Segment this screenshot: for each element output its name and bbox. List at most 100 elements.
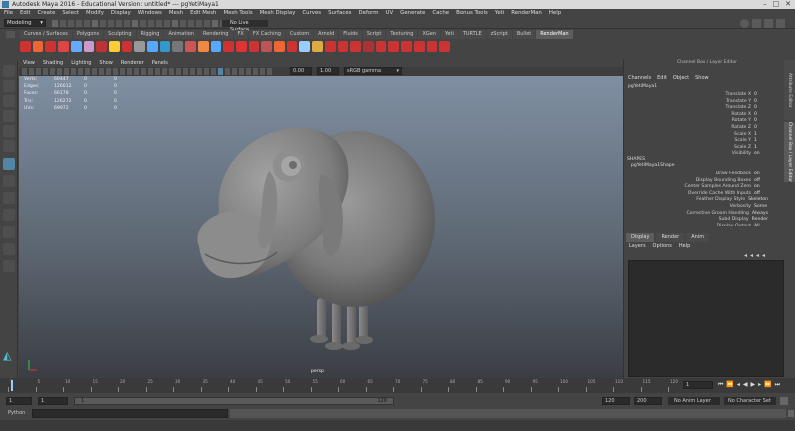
shelf-tool-icon[interactable] [20,40,31,52]
panel-toolbar-icon[interactable] [141,68,146,75]
attr-value[interactable]: 1 [754,145,757,152]
go-to-start-icon[interactable]: ⏮ [718,381,723,389]
side-tab-attribute-editor[interactable]: Attribute Editor [784,60,795,120]
move-layer-down-icon[interactable]: ◂ [750,252,753,259]
panel-toolbar-icon[interactable] [204,68,209,75]
status-tool-icon[interactable] [60,20,66,27]
shelf-tool-icon[interactable] [108,40,120,52]
attr-value[interactable]: off [754,178,760,185]
shelf-tool-icon[interactable] [312,40,323,52]
shelf-tab-custom[interactable]: Custom [285,30,314,39]
shelf-tab-texturing[interactable]: Texturing [386,30,418,39]
move-tool-icon[interactable] [3,110,15,122]
minimize-button[interactable]: – [763,0,767,9]
menu-windows[interactable]: Windows [138,9,162,18]
status-tool-icon[interactable] [116,20,122,27]
shelf-tab-fx[interactable]: FX [233,30,248,39]
shelf-tool-icon[interactable] [70,40,82,52]
menu-renderman[interactable]: RenderMan [511,9,542,18]
attr-row-verbosity[interactable]: Verbosity Some [628,204,768,211]
panel-toolbar-icon[interactable] [36,68,41,75]
menu-curves[interactable]: Curves [302,9,321,18]
layer-menu-options[interactable]: Options [653,243,672,249]
attr-row-display-output[interactable]: Display OutputAll [628,224,768,226]
shelf-tool-icon[interactable] [96,40,107,52]
preferences-icon[interactable] [780,397,788,405]
shelf-tool-icon[interactable] [426,40,438,52]
panel-toolbar-icon[interactable] [246,68,251,75]
status-tool-icon[interactable] [108,20,114,27]
current-time-indicator[interactable] [11,380,13,391]
shelf-tool-icon[interactable] [83,40,95,52]
status-tool-icon[interactable] [156,20,162,27]
panel-toolbar-icon[interactable] [169,68,174,75]
panel-toolbar-icon[interactable] [22,68,27,75]
menu-surfaces[interactable]: Surfaces [328,9,351,18]
menu-mesh-display[interactable]: Mesh Display [260,9,296,18]
panel-toolbar-icon[interactable] [57,68,62,75]
menu-select[interactable]: Select [62,9,79,18]
status-tool-icon[interactable] [124,20,130,27]
shelf-tab-zscript[interactable]: zScript [486,30,512,39]
new-layer-icon[interactable]: ◂ [756,252,759,259]
panel-toolbar-icon[interactable] [260,68,265,75]
step-back-icon[interactable]: ◂ [737,381,740,389]
playback-start-field[interactable] [38,397,68,405]
attr-value[interactable]: on [754,184,760,191]
menu-display[interactable]: Display [111,9,131,18]
attr-value[interactable]: 0 [754,118,757,125]
attr-value[interactable]: on [754,171,760,178]
status-tool-icon[interactable] [172,20,178,27]
panel-toolbar-icon[interactable] [190,68,195,75]
attr-row-translate-x[interactable]: Translate X0 [628,92,768,99]
panel-toolbar-icon[interactable] [148,68,153,75]
shelf-tab-polygons[interactable]: Polygons [72,30,104,39]
layer-tab-display[interactable]: Display [626,233,655,242]
menu-bonus-tools[interactable]: Bonus Tools [456,9,488,18]
panel-toolbar-icon[interactable] [29,68,34,75]
shelf-tool-icon[interactable] [45,40,57,52]
persp-graph-icon[interactable] [3,209,15,221]
shelf-tool-icon[interactable] [248,40,260,52]
menu-deform[interactable]: Deform [358,9,378,18]
shelf-tool-icon[interactable] [134,40,146,52]
panel-toolbar-icon[interactable] [127,68,132,75]
attr-value[interactable]: 0 [754,125,757,132]
step-forward-key-icon[interactable]: ⏩ [764,381,771,389]
shelf-menu-icon[interactable] [6,31,15,38]
shelf-tool-icon[interactable] [223,40,234,52]
menu-yeti[interactable]: Yeti [495,9,505,18]
status-tool-icon[interactable] [92,20,98,27]
range-slider[interactable]: 1 120 [74,397,394,405]
layer-menu-layers[interactable]: Layers [629,243,646,249]
attr-row-visibility[interactable]: Visibility on [628,151,768,158]
go-to-end-icon[interactable]: ⏭ [775,381,780,389]
panel-toolbar-icon[interactable] [134,68,139,75]
status-tool-icon[interactable] [84,20,90,27]
persp-outliner-icon[interactable] [3,192,15,204]
attr-row-center-samples-around-zero[interactable]: Center Samples Around Zero on [628,184,768,191]
outliner-icon[interactable] [3,243,15,255]
rotate-tool-icon[interactable] [3,125,15,137]
shelf-tool-icon[interactable] [274,40,285,52]
panel-toolbar-icon[interactable] [162,68,167,75]
panel-toolbar-icon[interactable] [50,68,55,75]
status-tool-icon[interactable] [68,20,74,27]
time-slider[interactable]: 1510152025303540455055606570758085909510… [0,378,795,393]
shelf-tool-icon[interactable] [185,40,196,52]
attr-value[interactable]: Render [752,217,768,224]
panel-toolbar-icon[interactable] [211,68,216,75]
menu-create[interactable]: Create [37,9,55,18]
shelf-tool-icon[interactable] [235,40,247,52]
colorspace-dropdown[interactable]: sRGB gamma ▾ [344,67,402,75]
single-view-icon[interactable] [3,158,15,170]
panel-menu-shading[interactable]: Shading [43,59,63,67]
channel-menu-show[interactable]: Show [695,75,709,81]
menu-modify[interactable]: Modify [86,9,104,18]
menu-help[interactable]: Help [549,9,561,18]
shelf-tool-icon[interactable] [337,40,349,52]
shelf-tool-icon[interactable] [388,40,400,52]
paint-select-icon[interactable] [3,95,15,107]
attr-value[interactable]: 0 [754,105,757,112]
shelf-tab-rigging[interactable]: Rigging [136,30,164,39]
